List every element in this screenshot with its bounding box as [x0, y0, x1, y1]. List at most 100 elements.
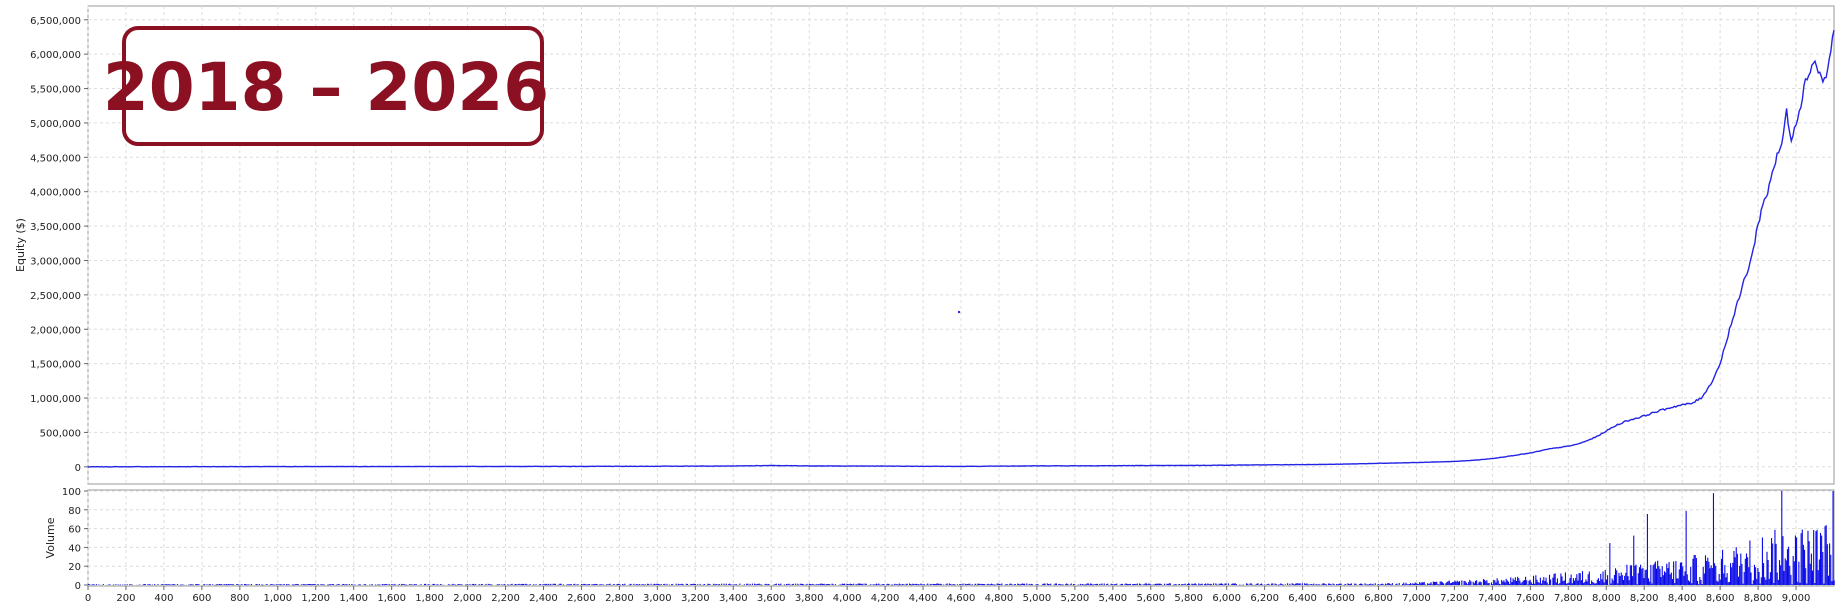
- volume-bar: [1139, 583, 1141, 585]
- volume-bar: [849, 583, 851, 585]
- volume-bar: [431, 584, 433, 586]
- volume-bar: [501, 584, 503, 585]
- volume-bar: [540, 584, 542, 585]
- volume-bar: [496, 584, 498, 585]
- x-tick-label: 7,600: [1516, 593, 1545, 604]
- volume-bar: [1364, 583, 1366, 585]
- volume-bar: [1694, 555, 1696, 585]
- volume-bar: [238, 584, 240, 586]
- volume-bar: [1523, 580, 1525, 585]
- volume-bar: [1706, 560, 1708, 585]
- volume-bar: [1742, 583, 1744, 585]
- volume-bar: [461, 584, 463, 586]
- volume-bar: [1750, 572, 1752, 585]
- volume-bar: [1219, 583, 1221, 585]
- volume-bar: [1693, 555, 1695, 585]
- volume-bar: [88, 584, 90, 585]
- x-tick-label: 800: [230, 593, 249, 604]
- volume-bar: [1579, 573, 1581, 585]
- volume-bar: [1100, 584, 1102, 586]
- volume-bar: [1724, 564, 1726, 585]
- volume-bar: [1093, 584, 1095, 585]
- volume-bar: [1424, 584, 1426, 586]
- volume-bar: [1049, 584, 1051, 585]
- volume-bar: [1289, 583, 1291, 585]
- equity-y-tick-label: 4,500,000: [30, 153, 81, 164]
- x-tick-label: 7,400: [1478, 593, 1507, 604]
- volume-bar: [1235, 583, 1237, 585]
- volume-bar: [292, 584, 295, 586]
- volume-bar: [599, 584, 601, 585]
- volume-bar: [411, 584, 413, 585]
- volume-bar: [1148, 583, 1150, 585]
- volume-bar: [414, 584, 416, 585]
- volume-bar: [515, 584, 517, 585]
- volume-bar: [1435, 581, 1437, 585]
- x-tick-label: 400: [154, 593, 173, 604]
- volume-bar: [1454, 580, 1456, 585]
- volume-bar: [1652, 565, 1654, 585]
- volume-bar: [1622, 579, 1625, 585]
- volume-bar: [1439, 581, 1441, 585]
- volume-bar: [1607, 575, 1609, 585]
- volume-bar: [1729, 563, 1732, 585]
- volume-bar: [1082, 583, 1084, 585]
- volume-bar: [718, 584, 720, 585]
- volume-bar: [1683, 575, 1685, 585]
- volume-bar: [475, 583, 477, 585]
- volume-bar: [589, 584, 591, 585]
- volume-bar: [1526, 580, 1528, 585]
- volume-bar: [1206, 584, 1208, 586]
- volume-bar: [423, 583, 426, 585]
- volume-bar: [225, 584, 227, 585]
- volume-bar: [1458, 581, 1461, 585]
- volume-bar: [487, 583, 489, 585]
- volume-bar: [1062, 584, 1064, 586]
- volume-bar: [903, 584, 905, 585]
- volume-bar: [1298, 583, 1300, 585]
- volume-bar: [806, 583, 808, 585]
- volume-bar: [548, 583, 550, 585]
- volume-bar: [1135, 584, 1137, 585]
- volume-bar: [89, 584, 91, 585]
- volume-bar: [1088, 584, 1091, 586]
- volume-bar: [560, 583, 562, 585]
- x-tick-label: 5,200: [1061, 593, 1090, 604]
- volume-bar: [1735, 547, 1737, 585]
- volume-bar: [1101, 583, 1103, 585]
- volume-bar: [631, 584, 633, 585]
- volume-bar: [1527, 584, 1529, 586]
- volume-bar: [668, 584, 670, 586]
- volume-bar: [1099, 583, 1101, 585]
- volume-bar: [591, 584, 593, 585]
- volume-bar: [1732, 562, 1734, 585]
- volume-bar: [1561, 576, 1563, 585]
- volume-bar: [1821, 535, 1823, 585]
- volume-bar: [1282, 584, 1284, 586]
- volume-bar: [1059, 583, 1061, 585]
- volume-bar: [1370, 583, 1372, 585]
- volume-bar: [1174, 584, 1176, 585]
- volume-bar: [827, 583, 829, 585]
- volume-bar: [364, 583, 366, 585]
- volume-bar: [190, 584, 192, 585]
- volume-bar: [1790, 574, 1792, 585]
- volume-bar: [905, 583, 907, 585]
- volume-bar: [787, 584, 789, 585]
- volume-bar: [535, 584, 537, 585]
- volume-bar: [109, 584, 111, 586]
- volume-bar: [173, 584, 175, 585]
- volume-bar: [291, 584, 293, 586]
- volume-bar: [1682, 566, 1684, 585]
- volume-bar: [1830, 554, 1832, 585]
- volume-bar: [1192, 584, 1194, 585]
- volume-bar: [1069, 584, 1071, 586]
- volume-bar: [1643, 577, 1645, 585]
- volume-bar: [1580, 580, 1582, 585]
- volume-bar: [1472, 581, 1474, 585]
- volume-bar: [374, 584, 377, 586]
- volume-bar: [1629, 565, 1631, 585]
- volume-y-tick-label: 100: [62, 487, 81, 498]
- volume-bar: [428, 584, 430, 585]
- volume-bar: [896, 584, 898, 585]
